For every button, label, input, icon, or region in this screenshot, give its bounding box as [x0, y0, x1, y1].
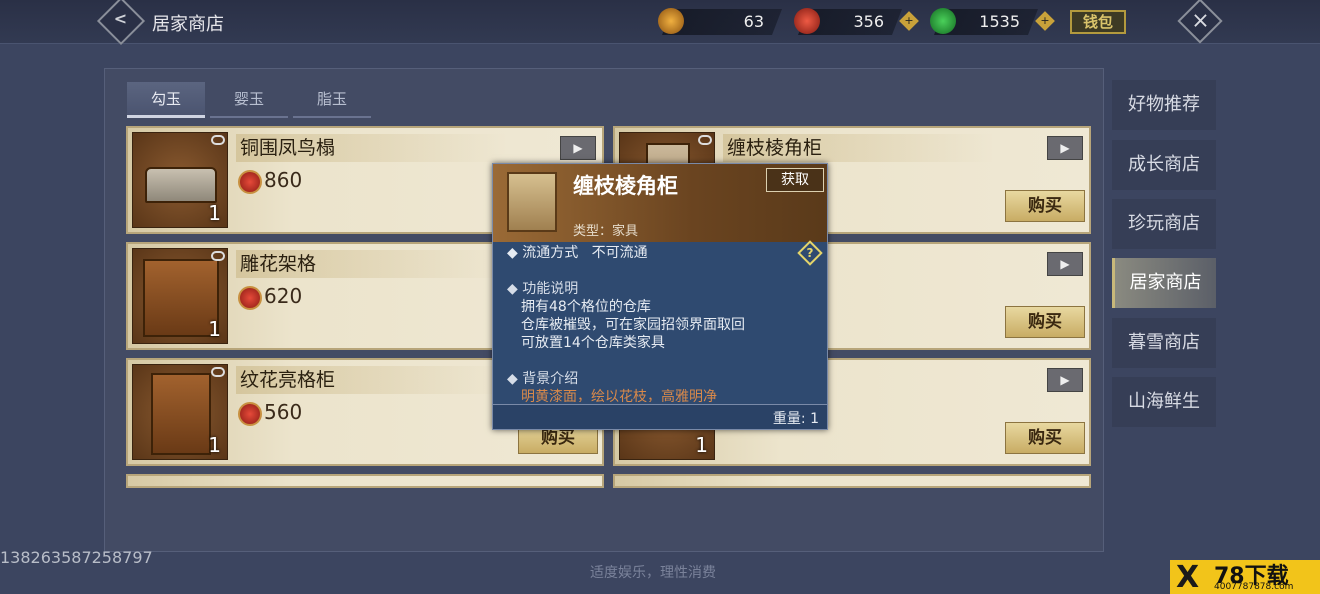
item-price-value: 620 [264, 284, 303, 308]
item-name: 纹花亮格柜 [236, 366, 506, 394]
add-zhiyu-button[interactable]: + [1035, 11, 1055, 31]
item-count: 1 [695, 433, 708, 457]
item-name: 雕花架格 [236, 250, 506, 278]
currency-zhiyu-value: 1535 [979, 12, 1020, 31]
link-icon [211, 367, 225, 377]
watermark-url: 4007787878.com [1214, 582, 1294, 592]
sidebar-item-home[interactable]: 居家商店 [1112, 258, 1216, 308]
red-jade-icon [794, 8, 820, 34]
health-notice: 适度娱乐，理性消费 [590, 565, 716, 581]
item-price-value: 860 [264, 168, 303, 192]
x-logo-icon: X [1176, 560, 1200, 594]
circulation-label: 流通方式 [522, 245, 579, 261]
currency-gouyu-value: 63 [743, 12, 764, 31]
camera-preview-button[interactable]: ▶ [1047, 136, 1083, 160]
item-thumbnail: 1 [132, 132, 228, 228]
camera-preview-button[interactable]: ▶ [1047, 368, 1083, 392]
item-name: 铜围凤鸟榻 [236, 134, 506, 162]
player-id: 138263587258797 [0, 548, 153, 567]
red-jade-icon [238, 402, 262, 426]
plus-icon: + [1040, 14, 1050, 27]
sidebar-item-shanhai[interactable]: 山海鲜生 [1112, 377, 1216, 427]
item-thumbnail: 1 [132, 364, 228, 460]
get-button[interactable]: 获取 [766, 168, 824, 192]
function-line: 仓库被摧毁，可在家园招领界面取回 [521, 317, 745, 333]
sidebar-item-muxue[interactable]: 暮雪商店 [1112, 318, 1216, 368]
item-count: 1 [208, 201, 221, 225]
sidebar-item-growth[interactable]: 成长商店 [1112, 140, 1216, 190]
buy-button[interactable]: 购买 [1005, 422, 1085, 454]
red-jade-icon [238, 170, 262, 194]
circulation-row: ◆ 流通方式 不可流通 [507, 245, 648, 261]
plus-icon: + [904, 14, 914, 27]
sidebar-item-recommend[interactable]: 好物推荐 [1112, 80, 1216, 130]
shop-item-card[interactable] [613, 474, 1091, 488]
watermark-logo: X 78下载 4007787878.com [1170, 560, 1320, 594]
add-yingyu-button[interactable]: + [899, 11, 919, 31]
function-heading: ◆ 功能说明 [507, 281, 579, 297]
link-icon [211, 251, 225, 261]
item-detail-popup: 缠枝棱角柜 获取 类型：家具 ? ◆ 流通方式 不可流通 ◆ 功能说明 拥有48… [492, 163, 828, 430]
top-bar: < 居家商店 63 356 + 1535 + 钱包 × [0, 0, 1320, 46]
popup-footer: 重量: 1 [493, 404, 827, 429]
link-icon [211, 135, 225, 145]
cabinet-icon [507, 172, 557, 232]
popup-body: ◆ 流通方式 不可流通 ◆ 功能说明 拥有48个格位的仓库 仓库被摧毁，可在家园… [507, 244, 825, 402]
buy-button[interactable]: 购买 [1005, 306, 1085, 338]
item-count: 1 [208, 433, 221, 457]
circulation-value: 不可流通 [591, 245, 648, 261]
camera-preview-button[interactable]: ▶ [560, 136, 596, 160]
currency-yingyu-value: 356 [853, 12, 884, 31]
page-title: 居家商店 [152, 14, 224, 35]
buy-button[interactable]: 购买 [1005, 190, 1085, 222]
red-jade-icon [238, 286, 262, 310]
chevron-left-icon: < [113, 8, 128, 28]
background-text: 明黄漆面，绘以花枝，高雅明净 [521, 389, 717, 402]
popup-type: 类型：家具 [573, 224, 639, 239]
sofa-icon [145, 167, 217, 203]
cabinet-icon [151, 373, 211, 455]
item-thumbnail: 1 [132, 248, 228, 344]
item-weight: 重量: 1 [772, 411, 819, 427]
function-line: 拥有48个格位的仓库 [521, 299, 651, 315]
item-price-value: 560 [264, 400, 303, 424]
sidebar-item-treasure[interactable]: 珍玩商店 [1112, 199, 1216, 249]
tab-zhiyu[interactable]: 脂玉 [293, 82, 371, 118]
item-count: 1 [208, 317, 221, 341]
item-name: 缠枝棱角柜 [723, 134, 993, 162]
popup-title: 缠枝棱角柜 [573, 174, 678, 198]
close-icon: × [1191, 8, 1210, 34]
close-button[interactable]: × [1177, 0, 1223, 44]
wallet-button[interactable]: 钱包 [1070, 10, 1126, 34]
background-heading: ◆ 背景介绍 [507, 371, 579, 387]
green-jade-icon [930, 8, 956, 34]
shop-item-card[interactable] [126, 474, 604, 488]
function-line: 可放置14个仓库类家具 [521, 335, 665, 351]
back-button[interactable]: < [96, 0, 146, 46]
camera-preview-button[interactable]: ▶ [1047, 252, 1083, 276]
link-icon [698, 135, 712, 145]
tab-gouyu[interactable]: 勾玉 [127, 82, 205, 118]
popup-header: 缠枝棱角柜 获取 类型：家具 [493, 164, 827, 242]
gouyu-coin-icon [658, 8, 684, 34]
tab-yingyu[interactable]: 婴玉 [210, 82, 288, 118]
